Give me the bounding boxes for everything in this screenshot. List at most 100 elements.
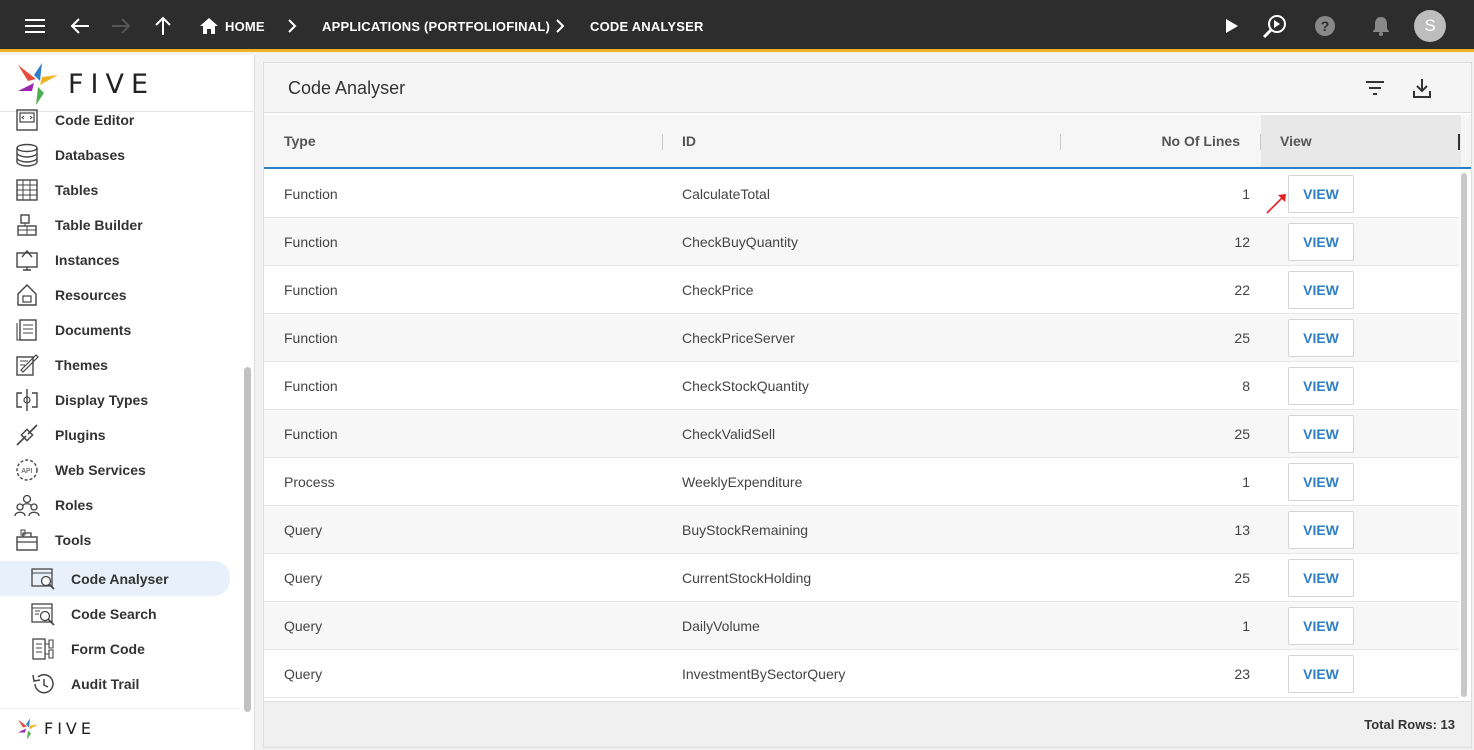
tools-icon: [16, 529, 38, 551]
sidebar-item-documents[interactable]: Documents: [0, 312, 240, 347]
sidebar-item-resources[interactable]: Resources: [0, 277, 240, 312]
sidebar-item-instances[interactable]: Instances: [0, 242, 240, 277]
roles-icon: [14, 494, 40, 516]
five-logo-text: FIVE: [68, 69, 156, 100]
table-row[interactable]: Process WeeklyExpenditure 1 VIEW: [264, 458, 1459, 506]
view-button[interactable]: VIEW: [1288, 223, 1354, 261]
sidebar-item-themes[interactable]: Themes: [0, 347, 240, 382]
sidebar-item-label: Code Analyser: [71, 570, 169, 587]
code-analyser-icon: [31, 567, 55, 590]
cell-id: WeeklyExpenditure: [682, 473, 803, 490]
plugins-icon: [16, 423, 38, 446]
table-row[interactable]: Function CheckPrice 22 VIEW: [264, 266, 1459, 314]
sidebar-item-label: Resources: [55, 286, 127, 303]
sidebar-scrollbar[interactable]: [244, 367, 251, 712]
column-header-no-of-lines[interactable]: No Of Lines: [1084, 115, 1240, 167]
view-button[interactable]: VIEW: [1288, 415, 1354, 453]
breadcrumb-home[interactable]: HOME: [225, 0, 265, 52]
table-builder-icon: [17, 213, 37, 236]
column-divider[interactable]: [662, 134, 663, 150]
avatar[interactable]: S: [1414, 0, 1446, 52]
sidebar-item-code-analyser[interactable]: Code Analyser: [0, 561, 230, 596]
cell-lines: 22: [1234, 281, 1250, 298]
view-button[interactable]: VIEW: [1288, 559, 1354, 597]
forward-arrow-icon: [108, 0, 134, 52]
five-logo-mark: [18, 63, 58, 105]
sidebar-item-label: Web Services: [55, 461, 146, 478]
cell-type: Query: [284, 665, 323, 682]
cell-id: CurrentStockHolding: [682, 569, 812, 586]
sidebar-item-label: Display Types: [55, 391, 149, 408]
column-header-id[interactable]: ID: [682, 115, 696, 167]
cell-lines: 25: [1234, 569, 1250, 586]
top-app-bar: HOME APPLICATIONS (PORTFOLIOFINAL) CODE …: [0, 0, 1474, 52]
table-row[interactable]: Query DailyVolume 1 VIEW: [264, 602, 1459, 650]
sidebar-item-plugins[interactable]: Plugins: [0, 417, 240, 452]
table-scrollbar[interactable]: [1461, 173, 1467, 697]
table-row[interactable]: Query BuyStockRemaining 13 VIEW: [264, 506, 1459, 554]
view-button[interactable]: VIEW: [1288, 271, 1354, 309]
sidebar-item-code-search[interactable]: Code Search: [0, 596, 240, 631]
cell-id: CheckPriceServer: [682, 329, 795, 346]
table-row[interactable]: Function CheckValidSell 25 VIEW: [264, 410, 1459, 458]
view-button[interactable]: VIEW: [1288, 511, 1354, 549]
column-divider[interactable]: [1260, 134, 1261, 150]
sidebar-item-databases[interactable]: Databases: [0, 137, 240, 172]
table-row[interactable]: Function CheckBuyQuantity 12 VIEW: [264, 218, 1459, 266]
sidebar-item-label: Form Code: [71, 640, 145, 657]
sidebar-item-form-code[interactable]: Form Code: [0, 631, 240, 666]
sidebar-item-label: Table Builder: [55, 216, 143, 233]
cell-lines: 1: [1242, 185, 1250, 202]
sidebar-item-label: Themes: [55, 356, 108, 373]
sidebar-item-web-services[interactable]: API Web Services: [0, 452, 240, 487]
sidebar-item-roles[interactable]: Roles: [0, 487, 240, 522]
cell-type: Function: [284, 185, 338, 202]
home-icon[interactable]: [198, 0, 220, 52]
view-button[interactable]: VIEW: [1288, 367, 1354, 405]
play-icon[interactable]: [1220, 0, 1244, 52]
cell-type: Function: [284, 233, 338, 250]
table-body: Function CalculateTotal 1 VIEW Function …: [264, 170, 1459, 698]
cell-type: Function: [284, 329, 338, 346]
cell-type: Query: [284, 569, 323, 586]
up-arrow-icon[interactable]: [150, 0, 176, 52]
database-icon: [16, 143, 38, 167]
cell-id: CalculateTotal: [682, 185, 770, 202]
filter-icon[interactable]: [1363, 76, 1387, 100]
sidebar-item-table-builder[interactable]: Table Builder: [0, 207, 240, 242]
debug-search-icon[interactable]: [1261, 0, 1289, 52]
table-row[interactable]: Function CheckStockQuantity 8 VIEW: [264, 362, 1459, 410]
sidebar-item-display-types[interactable]: Display Types: [0, 382, 240, 417]
sidebar-item-tools[interactable]: Tools: [0, 522, 240, 557]
table-row[interactable]: Function CalculateTotal 1 VIEW: [264, 170, 1459, 218]
svg-text:API: API: [21, 468, 32, 475]
form-code-icon: [32, 637, 54, 660]
column-divider[interactable]: [1060, 134, 1061, 150]
menu-icon[interactable]: [22, 0, 48, 52]
sidebar-item-audit-trail[interactable]: Audit Trail: [0, 666, 240, 701]
sidebar-item-code-editor[interactable]: Code Editor: [0, 102, 240, 137]
column-header-type[interactable]: Type: [284, 115, 316, 167]
view-button[interactable]: VIEW: [1288, 607, 1354, 645]
table-row[interactable]: Query InvestmentBySectorQuery 23 VIEW: [264, 650, 1459, 698]
sidebar-item-tables[interactable]: Tables: [0, 172, 240, 207]
view-button[interactable]: VIEW: [1288, 655, 1354, 693]
view-button[interactable]: VIEW: [1288, 175, 1354, 213]
view-button[interactable]: VIEW: [1288, 319, 1354, 357]
pointer-arrow-icon: [1266, 194, 1286, 214]
resources-icon: [17, 283, 37, 306]
column-resize-handle[interactable]: [1458, 134, 1460, 150]
table-row[interactable]: Query CurrentStockHolding 25 VIEW: [264, 554, 1459, 602]
help-icon[interactable]: ?: [1312, 0, 1338, 52]
sidebar-item-label: Plugins: [55, 426, 106, 443]
column-header-view[interactable]: View: [1280, 115, 1312, 167]
table-row[interactable]: Function CheckPriceServer 25 VIEW: [264, 314, 1459, 362]
breadcrumb-applications[interactable]: APPLICATIONS (PORTFOLIOFINAL): [322, 0, 550, 52]
view-button[interactable]: VIEW: [1288, 463, 1354, 501]
download-icon[interactable]: [1410, 76, 1434, 100]
code-analyser-panel: Code Analyser Type ID No Of Lines View F…: [263, 62, 1472, 748]
notification-bell-icon[interactable]: [1368, 0, 1394, 52]
back-arrow-icon[interactable]: [67, 0, 93, 52]
sidebar-item-label: Roles: [55, 496, 94, 513]
sidebar-item-label: Tables: [55, 181, 99, 198]
